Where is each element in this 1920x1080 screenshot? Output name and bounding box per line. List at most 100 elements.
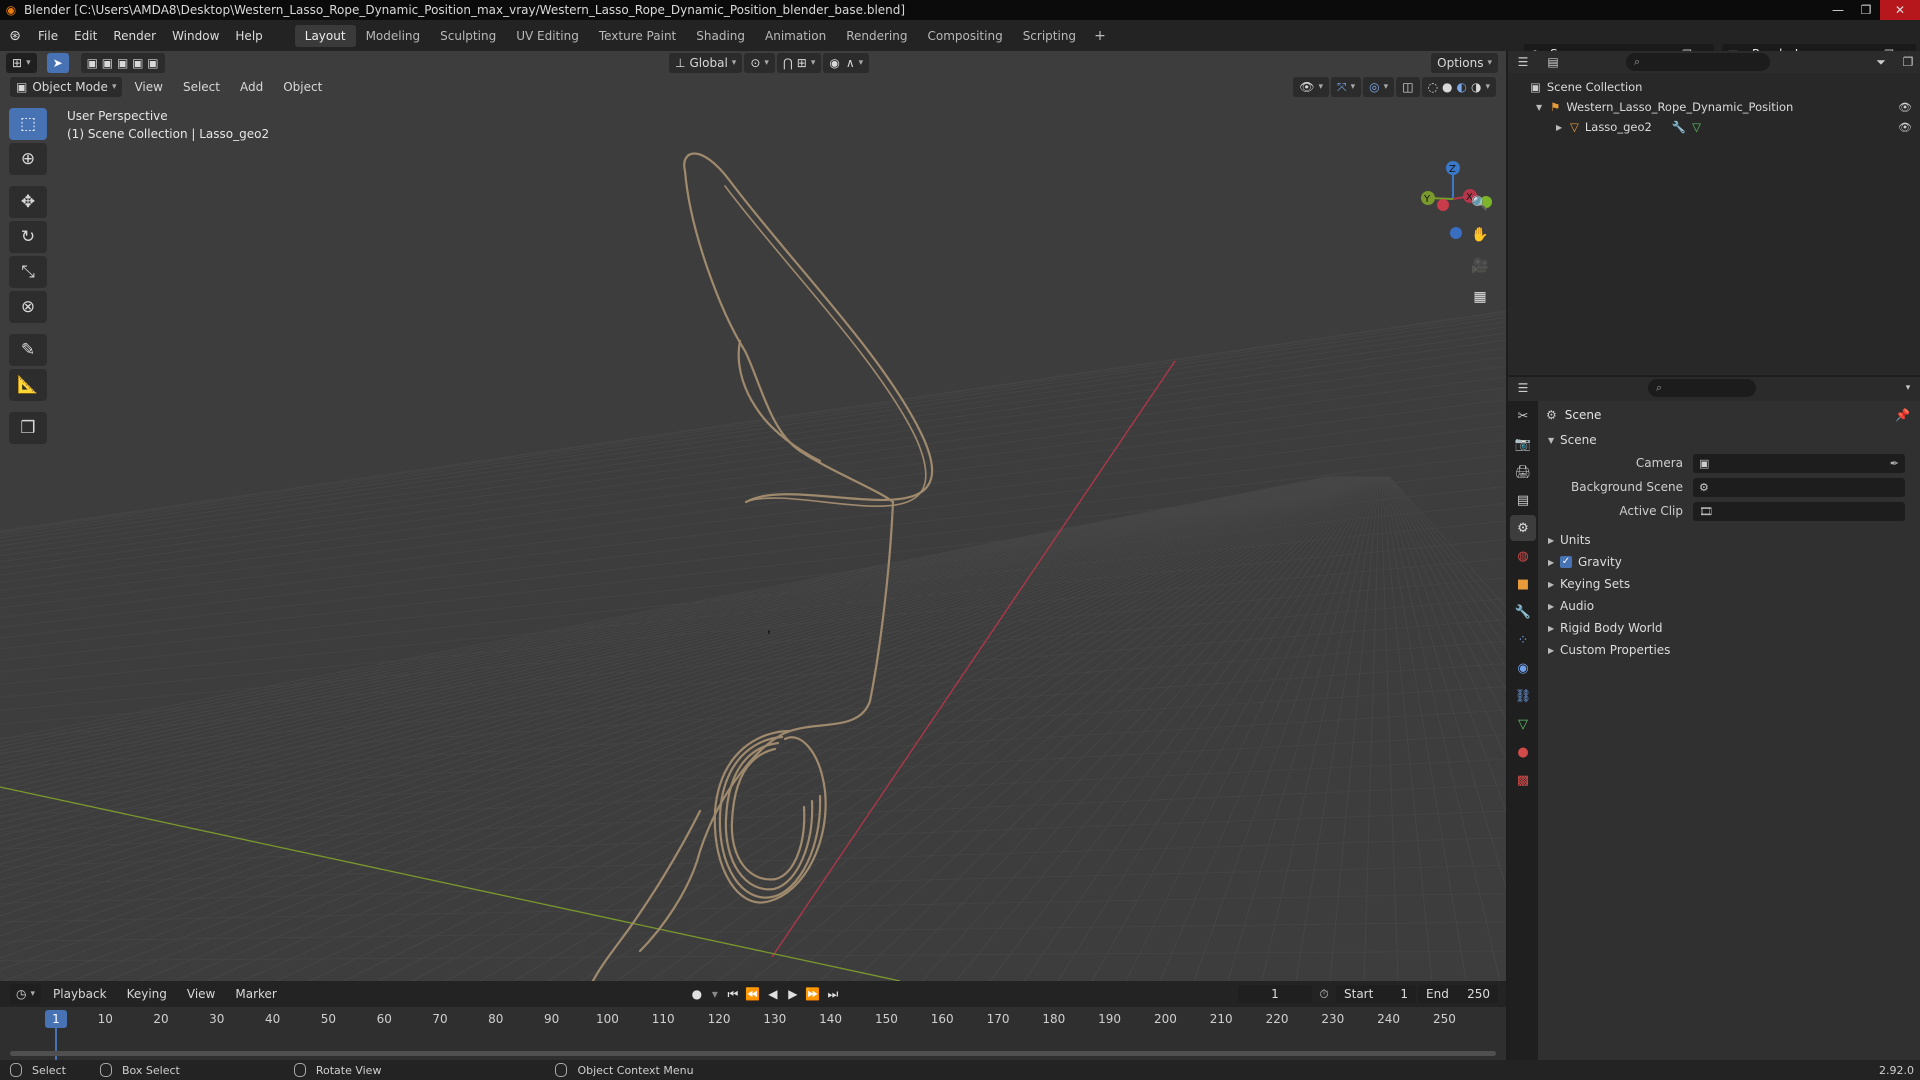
solid-shading-icon[interactable]: ● [1442,80,1452,94]
auto-keying-icon[interactable]: ● [687,987,707,1001]
prev-keyframe-icon[interactable]: ⏪ [743,987,763,1001]
wireframe-shading-icon[interactable]: ◌ [1428,80,1438,94]
menu-render[interactable]: Render [105,29,164,43]
collection-visibility-icon[interactable]: 👁 [1898,101,1912,114]
annotate-tool[interactable]: ✎ [9,334,47,366]
add-workspace-icon[interactable]: + [1086,28,1114,44]
eyedropper-icon[interactable]: ✒ [1890,457,1899,470]
gizmo-neg-z[interactable] [1450,227,1462,239]
view-layer-tab-icon[interactable]: ▤ [1510,487,1536,513]
camera-field[interactable]: ▣ ✒ [1693,453,1905,473]
outliner-item-collection[interactable]: ▼ ⚑ Western_Lasso_Rope_Dynamic_Position … [1508,97,1920,117]
xray-toggle[interactable]: ◫ [1396,77,1420,97]
playhead-frame-indicator[interactable]: 1 [45,1010,67,1028]
menu-view[interactable]: View [124,80,172,94]
menu-help[interactable]: Help [227,29,270,43]
overlays-toggle[interactable]: ◎ ▾ [1363,77,1395,97]
viewport-scene[interactable]: Z Y X [0,51,1506,981]
perspective-toggle-button[interactable]: ▦ [1467,284,1493,310]
menu-edit[interactable]: Edit [66,29,105,43]
menu-playback[interactable]: Playback [43,987,117,1001]
menu-add[interactable]: Add [230,80,273,94]
visibility-dropdown[interactable]: 👁 ▾ [1293,77,1330,97]
menu-keying[interactable]: Keying [117,987,177,1001]
current-frame-field[interactable]: 1 [1238,985,1312,1003]
menu-select[interactable]: Select [173,80,230,94]
options-dropdown[interactable]: Options ▾ [1431,53,1498,73]
active-clip-field[interactable]: 🎞 [1693,501,1905,521]
expand-arrow-icon[interactable]: ▼ [1536,103,1550,112]
filter-icon[interactable]: ⏷ [1866,55,1896,70]
keying-sets-panel-header[interactable]: ▶ Keying Sets [1538,573,1920,595]
custom-properties-panel-header[interactable]: ▶ Custom Properties [1538,639,1920,661]
close-icon[interactable]: ✕ [1880,0,1920,20]
gravity-panel-header[interactable]: ▶ ✓ Gravity [1538,551,1920,573]
tab-shading[interactable]: Shading [686,25,755,47]
zoom-button[interactable]: 🔍 [1467,191,1493,217]
select-mode-buttons[interactable]: ▣ ▣ ▣ ▣ ▣ [80,53,165,73]
audio-panel-header[interactable]: ▶ Audio [1538,595,1920,617]
shading-modes[interactable]: ◌ ● ◐ ◑ ▾ [1421,77,1496,97]
properties-editor-type-icon[interactable]: ☰ [1508,381,1538,395]
pin-icon[interactable]: 📌 [1895,408,1910,422]
expand-arrow-icon[interactable]: ▶ [1556,123,1570,132]
material-shading-icon[interactable]: ◐ [1457,80,1467,94]
tab-rendering[interactable]: Rendering [836,25,917,47]
camera-view-button[interactable]: 🎥 [1467,253,1493,279]
properties-options-icon[interactable]: ▾ [1896,383,1920,393]
menu-timeline-view[interactable]: View [177,987,225,1001]
tab-sculpting[interactable]: Sculpting [430,25,506,47]
object-visibility-icon[interactable]: 👁 [1898,121,1912,134]
transform-tool[interactable]: ⊗ [9,291,47,323]
tab-compositing[interactable]: Compositing [917,25,1012,47]
tab-scripting[interactable]: Scripting [1013,25,1086,47]
keying-options-icon[interactable]: ▾ [707,987,723,1001]
physics-tab-icon[interactable]: ◉ [1510,655,1536,681]
background-scene-field[interactable]: ⚙ [1693,477,1905,497]
tab-texture-paint[interactable]: Texture Paint [589,25,686,47]
display-mode-icon[interactable]: ▤ [1538,55,1568,69]
timeline-ruler[interactable]: 10 20 30 40 50 60 70 80 90 100 110 120 130 140 150 160 1… [0,1007,1506,1060]
render-tab-icon[interactable]: 📷 [1510,431,1536,457]
rotate-tool[interactable]: ↻ [9,221,47,253]
add-cube-tool[interactable]: ❒ [9,412,47,444]
outliner-editor-type-icon[interactable]: ☰ [1508,55,1538,69]
next-keyframe-icon[interactable]: ⏩ [803,987,823,1001]
snap-toggle[interactable]: ⋂ ⊞ ▾ [776,53,822,73]
move-tool[interactable]: ✥ [9,186,47,218]
menu-window[interactable]: Window [164,29,227,43]
cursor-tool[interactable]: ⊕ [9,143,47,175]
blender-menu-icon[interactable]: ⊛ [0,28,30,44]
editor-type-button[interactable]: ⊞ ▾ [6,53,37,73]
properties-search-input[interactable]: ⌕ [1648,379,1756,397]
material-tab-icon[interactable]: ● [1510,739,1536,765]
gravity-checkbox[interactable]: ✓ [1560,556,1572,568]
tab-layout[interactable]: Layout [294,24,356,47]
tab-uv-editing[interactable]: UV Editing [506,25,589,47]
jump-end-icon[interactable]: ⏭ [823,987,843,1002]
play-icon[interactable]: ▶ [783,987,803,1001]
menu-file[interactable]: File [30,29,66,43]
mode-dropdown[interactable]: ▣ Object Mode ▾ [10,77,123,97]
scene-panel-header[interactable]: ▼ Scene [1538,429,1920,451]
outliner-item-object[interactable]: ▶ ▽ Lasso_geo2 🔧 ▽ 👁 [1508,117,1920,137]
timeline-scrollbar[interactable] [10,1051,1496,1056]
rigid-body-world-panel-header[interactable]: ▶ Rigid Body World [1538,617,1920,639]
modifier-wrench-icon[interactable]: 🔧 [1672,120,1686,134]
timeline-editor-type-button[interactable]: ◷ ▾ [10,984,42,1004]
constraints-tab-icon[interactable]: ⛓ [1510,683,1536,709]
gizmo-toggle[interactable]: ⤧ ▾ [1331,77,1362,97]
minimize-icon[interactable]: — [1824,0,1852,20]
tab-animation[interactable]: Animation [755,25,836,47]
jump-start-icon[interactable]: ⏮ [723,987,743,1002]
output-tab-icon[interactable]: 🖨 [1510,459,1536,485]
proportional-edit-toggle[interactable]: ◉ ∧ ▾ [823,53,870,73]
pan-button[interactable]: ✋ [1467,222,1493,248]
tab-modeling[interactable]: Modeling [356,25,431,47]
select-box-tool[interactable]: ⬚ [9,108,47,140]
modifier-tab-icon[interactable]: 🔧 [1510,599,1536,625]
data-tab-icon[interactable]: ▽ [1510,711,1536,737]
menu-object[interactable]: Object [273,80,332,94]
texture-tab-icon[interactable]: ▩ [1510,767,1536,793]
mesh-data-icon[interactable]: ▽ [1692,120,1701,134]
